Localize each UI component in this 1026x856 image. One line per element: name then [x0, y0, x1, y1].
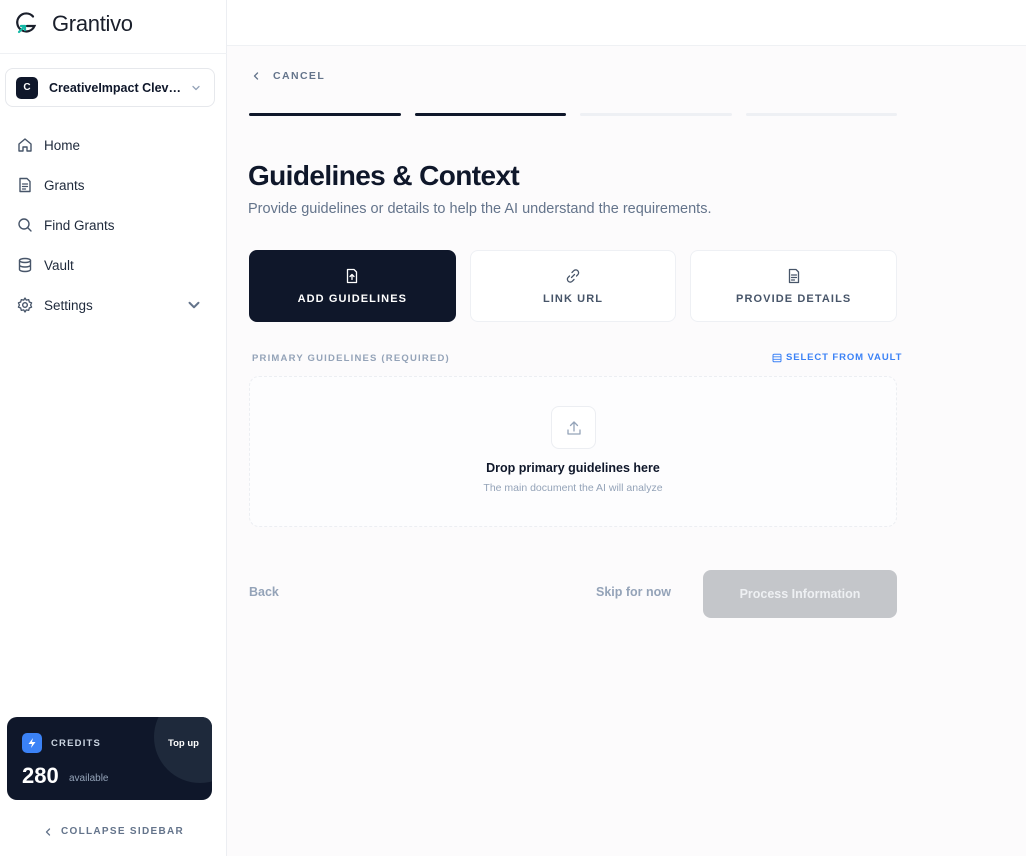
- credits-card: CREDITS Top up 280 available: [7, 717, 212, 800]
- back-button[interactable]: Back: [249, 585, 279, 599]
- step-progress: [249, 113, 897, 117]
- sidebar-divider: [0, 53, 227, 54]
- process-information-button[interactable]: Process Information: [703, 570, 897, 618]
- gear-icon: [17, 297, 33, 313]
- guidelines-dropzone[interactable]: Drop primary guidelines here The main do…: [249, 376, 897, 527]
- cancel-button[interactable]: CANCEL: [251, 70, 325, 82]
- top-up-button[interactable]: Top up: [168, 738, 199, 749]
- mode-label: ADD GUIDELINES: [297, 292, 408, 305]
- chevron-left-icon: [45, 827, 51, 836]
- page-title: Guidelines & Context: [248, 160, 520, 191]
- top-bar: [227, 0, 1026, 46]
- sidebar-item-label: Home: [44, 137, 81, 153]
- sidebar-item-vault[interactable]: Vault: [0, 245, 227, 285]
- sidebar-item-label: Vault: [44, 257, 74, 273]
- chevron-down-icon: [192, 85, 200, 90]
- org-switcher[interactable]: C CreativeImpact Cleveland: [5, 68, 215, 107]
- home-icon: [18, 138, 32, 152]
- database-icon: [772, 353, 782, 362]
- chevron-down-icon: [188, 301, 200, 309]
- add-guidelines-button[interactable]: ADD GUIDELINES: [249, 250, 456, 322]
- file-text-icon: [788, 268, 799, 283]
- primary-guidelines-label: PRIMARY GUIDELINES (REQUIRED): [252, 353, 450, 364]
- progress-step-1: [249, 113, 401, 116]
- progress-step-4: [745, 113, 897, 116]
- skip-button[interactable]: Skip for now: [596, 585, 671, 599]
- sidebar: Grantivo C CreativeImpact Cleveland Home…: [0, 0, 227, 856]
- page-subtitle: Provide guidelines or details to help th…: [248, 201, 712, 217]
- mode-label: LINK URL: [542, 292, 604, 305]
- credits-unit: available: [69, 773, 109, 784]
- progress-step-3: [580, 113, 732, 116]
- chevron-left-icon: [253, 72, 259, 80]
- sidebar-item-label: Grants: [44, 177, 85, 193]
- select-from-vault-link[interactable]: SELECT FROM VAULT: [772, 352, 902, 363]
- document-icon: [19, 177, 31, 193]
- lightning-icon: [22, 733, 42, 753]
- credits-decoration: [154, 717, 212, 783]
- search-icon: [18, 218, 32, 232]
- progress-step-2: [414, 113, 566, 116]
- database-icon: [18, 257, 32, 273]
- grantivo-logo-icon: [16, 12, 37, 34]
- mode-label: PROVIDE DETAILS: [736, 292, 852, 305]
- org-avatar: C: [16, 76, 38, 99]
- cancel-label: CANCEL: [273, 70, 326, 82]
- dropzone-title: Drop primary guidelines here: [486, 461, 660, 475]
- provide-details-button[interactable]: PROVIDE DETAILS: [690, 250, 898, 322]
- collapse-sidebar-label: COLLAPSE SIDEBAR: [60, 826, 185, 837]
- sidebar-item-settings[interactable]: Settings: [0, 285, 227, 325]
- credits-value: 280: [22, 763, 59, 788]
- link-url-button[interactable]: LINK URL: [469, 250, 677, 322]
- select-from-vault-label: SELECT FROM VAULT: [786, 352, 903, 363]
- sidebar-item-label: Find Grants: [44, 217, 115, 233]
- input-mode-selector: ADD GUIDELINES LINK URL PROVIDE DETAILS: [249, 250, 898, 322]
- credits-label: CREDITS: [51, 738, 102, 749]
- sidebar-nav: Home Grants Find Grants Vault Settings: [0, 125, 227, 325]
- sidebar-item-grants[interactable]: Grants: [0, 165, 227, 205]
- logo-text: Grantivo: [52, 11, 133, 36]
- collapse-sidebar-button[interactable]: COLLAPSE SIDEBAR: [0, 826, 227, 837]
- logo[interactable]: Grantivo: [14, 9, 133, 39]
- sidebar-item-home[interactable]: Home: [0, 125, 227, 165]
- org-name: CreativeImpact Cleveland: [49, 80, 183, 95]
- file-upload-icon: [347, 268, 358, 283]
- sidebar-item-find-grants[interactable]: Find Grants: [0, 205, 227, 245]
- upload-icon: [551, 406, 596, 449]
- link-icon: [566, 268, 580, 283]
- dropzone-subtitle: The main document the AI will analyze: [483, 482, 663, 494]
- sidebar-item-label: Settings: [44, 297, 93, 313]
